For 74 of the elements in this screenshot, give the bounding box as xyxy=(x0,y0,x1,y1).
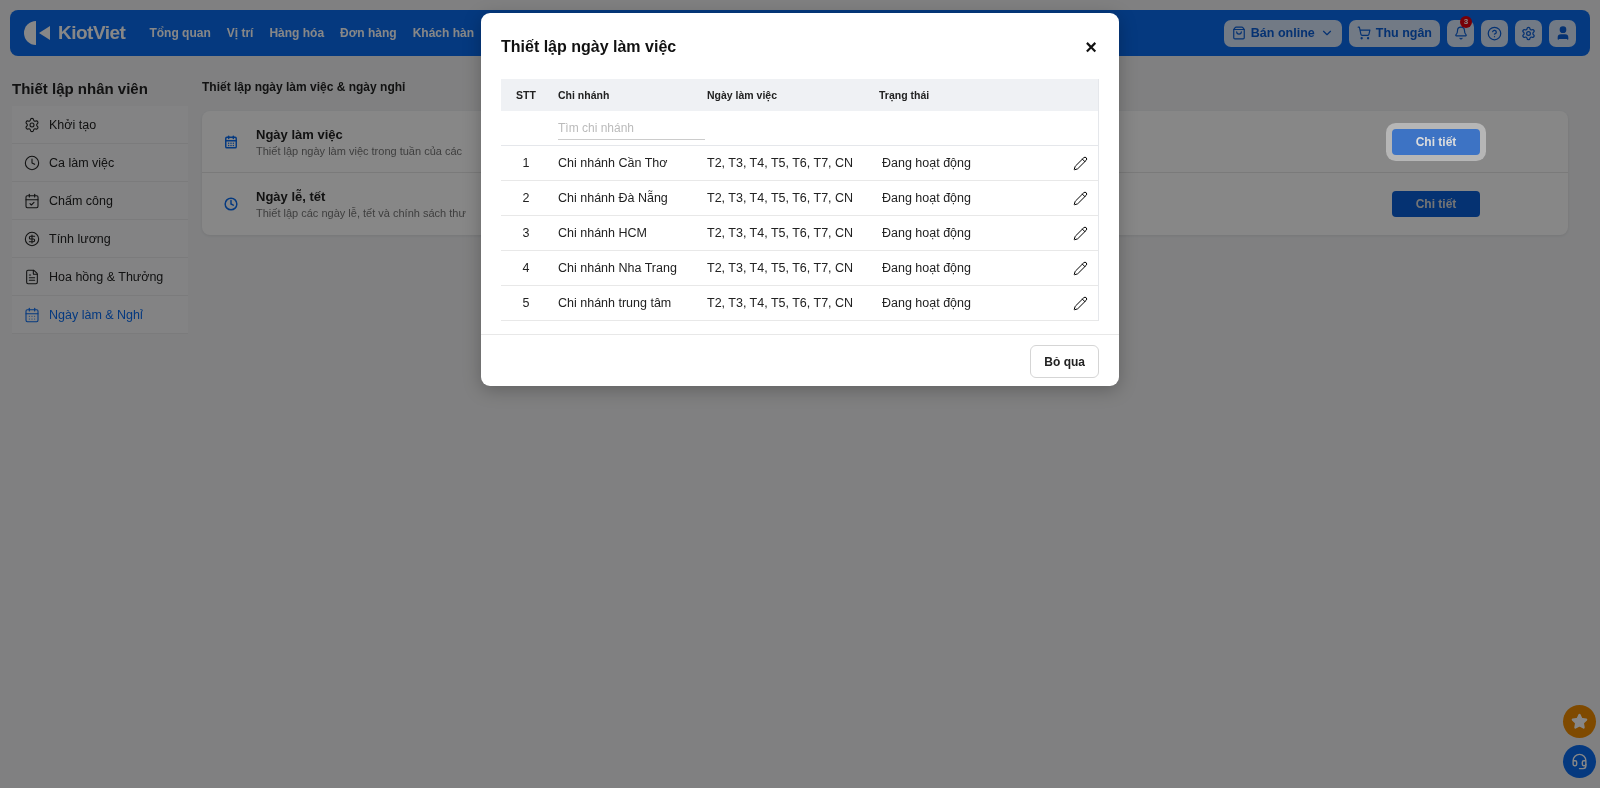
table-cell-text: T2, T3, T4, T5, T6, T7, CN xyxy=(706,226,855,240)
table-cell-text: T2, T3, T4, T5, T6, T7, CN xyxy=(706,261,855,275)
column-header: Trạng thái xyxy=(878,89,931,101)
bell-icon xyxy=(1453,26,1468,40)
nav-item[interactable]: Khách hàn xyxy=(412,26,474,40)
star-icon xyxy=(1571,713,1588,730)
clock-icon xyxy=(24,154,40,171)
card-title: Ngày làm việc xyxy=(256,126,343,142)
pencil-icon xyxy=(1073,260,1088,276)
help-button[interactable] xyxy=(1481,19,1508,47)
table-cell-text: Chi nhánh Nha Trang xyxy=(557,261,678,275)
help-icon xyxy=(1487,25,1502,41)
table-cell-text: T2, T3, T4, T5, T6, T7, CN xyxy=(706,296,855,310)
edit-button[interactable] xyxy=(1073,155,1088,171)
card-title: Ngày lễ, tết xyxy=(256,189,326,204)
table-cell-text: Đang hoạt động xyxy=(881,191,972,205)
section-title: Thiết lập ngày làm việc & ngày nghỉ xyxy=(202,80,407,94)
logo-icon xyxy=(24,19,52,47)
avatar-button[interactable] xyxy=(1549,19,1576,47)
table-cell-text: Chi nhánh trung tâm xyxy=(557,296,673,310)
logo-text: KiotViet xyxy=(58,22,126,44)
cart-icon xyxy=(1356,26,1371,40)
pencil-icon xyxy=(1073,225,1088,241)
edit-button[interactable] xyxy=(1073,190,1088,206)
column-header: Ngày làm việc xyxy=(706,89,779,101)
nav-item[interactable]: Vị trí xyxy=(226,26,254,40)
nav-item[interactable]: Hàng hóa xyxy=(269,26,325,40)
table-cell-text: 5 xyxy=(521,296,531,310)
notification-count: 3 xyxy=(1460,15,1472,28)
settings-icon xyxy=(1521,25,1536,41)
calendar-icon xyxy=(24,192,40,209)
gear-icon xyxy=(24,116,40,133)
sidebar-title: Thiết lập nhân viên xyxy=(12,80,149,97)
support-button[interactable] xyxy=(1563,745,1596,778)
nav-item[interactable]: Tổng quan xyxy=(149,26,211,40)
table-cell-text: Chi nhánh Cần Thơ xyxy=(557,156,669,170)
table-cell-text: 2 xyxy=(521,191,531,205)
table-cell-text: 4 xyxy=(521,261,531,275)
table-cell-text: Chi nhánh Đà Nẵng xyxy=(557,191,669,205)
column-header: Chi nhánh xyxy=(557,89,611,101)
modal-title: Thiết lập ngày làm việc xyxy=(501,38,677,56)
edit-button[interactable] xyxy=(1073,260,1088,276)
card-description: Thiết lập các ngày lễ, tết và chính sách thư xyxy=(256,207,466,219)
headset-icon xyxy=(1571,753,1588,770)
table-cell-text: T2, T3, T4, T5, T6, T7, CN xyxy=(706,191,855,205)
edit-button[interactable] xyxy=(1073,295,1088,311)
sell-online-button[interactable]: Bán online xyxy=(1223,19,1342,47)
column-header: STT xyxy=(515,89,537,101)
pencil-icon xyxy=(1073,155,1088,171)
table-cell-text: Đang hoạt động xyxy=(881,226,972,240)
close-button[interactable]: × xyxy=(1083,37,1099,57)
pencil-icon xyxy=(1073,295,1088,311)
settings-button[interactable] xyxy=(1515,19,1542,47)
clock-icon xyxy=(224,197,238,211)
table-cell-text: T2, T3, T4, T5, T6, T7, CN xyxy=(706,156,855,170)
table-cell-text: Đang hoạt động xyxy=(881,296,972,310)
edit-button[interactable] xyxy=(1073,225,1088,241)
notification-button[interactable]: 3 xyxy=(1447,19,1474,47)
pencil-icon xyxy=(1073,190,1088,206)
detail-button[interactable]: Chi tiết xyxy=(1392,191,1480,217)
nav-item[interactable]: Đơn hàng xyxy=(340,26,397,40)
bag-icon xyxy=(1231,26,1246,40)
table-cell-text: 1 xyxy=(521,156,531,170)
skip-button[interactable]: Bỏ qua xyxy=(1030,345,1099,378)
card-description: Thiết lập ngày làm việc trong tuần của các xyxy=(256,144,463,157)
table-cell-text: 3 xyxy=(521,226,531,240)
cashier-button[interactable]: Thu ngân xyxy=(1348,19,1440,47)
dollar-icon xyxy=(24,230,40,247)
table-cell-text: Đang hoạt động xyxy=(881,261,972,275)
table-cell-text: Đang hoạt động xyxy=(881,156,972,170)
calendar-icon xyxy=(24,306,40,323)
table-cell-text: Chi nhánh HCM xyxy=(557,226,648,240)
document-icon xyxy=(24,268,40,285)
calendar-icon xyxy=(224,134,238,149)
